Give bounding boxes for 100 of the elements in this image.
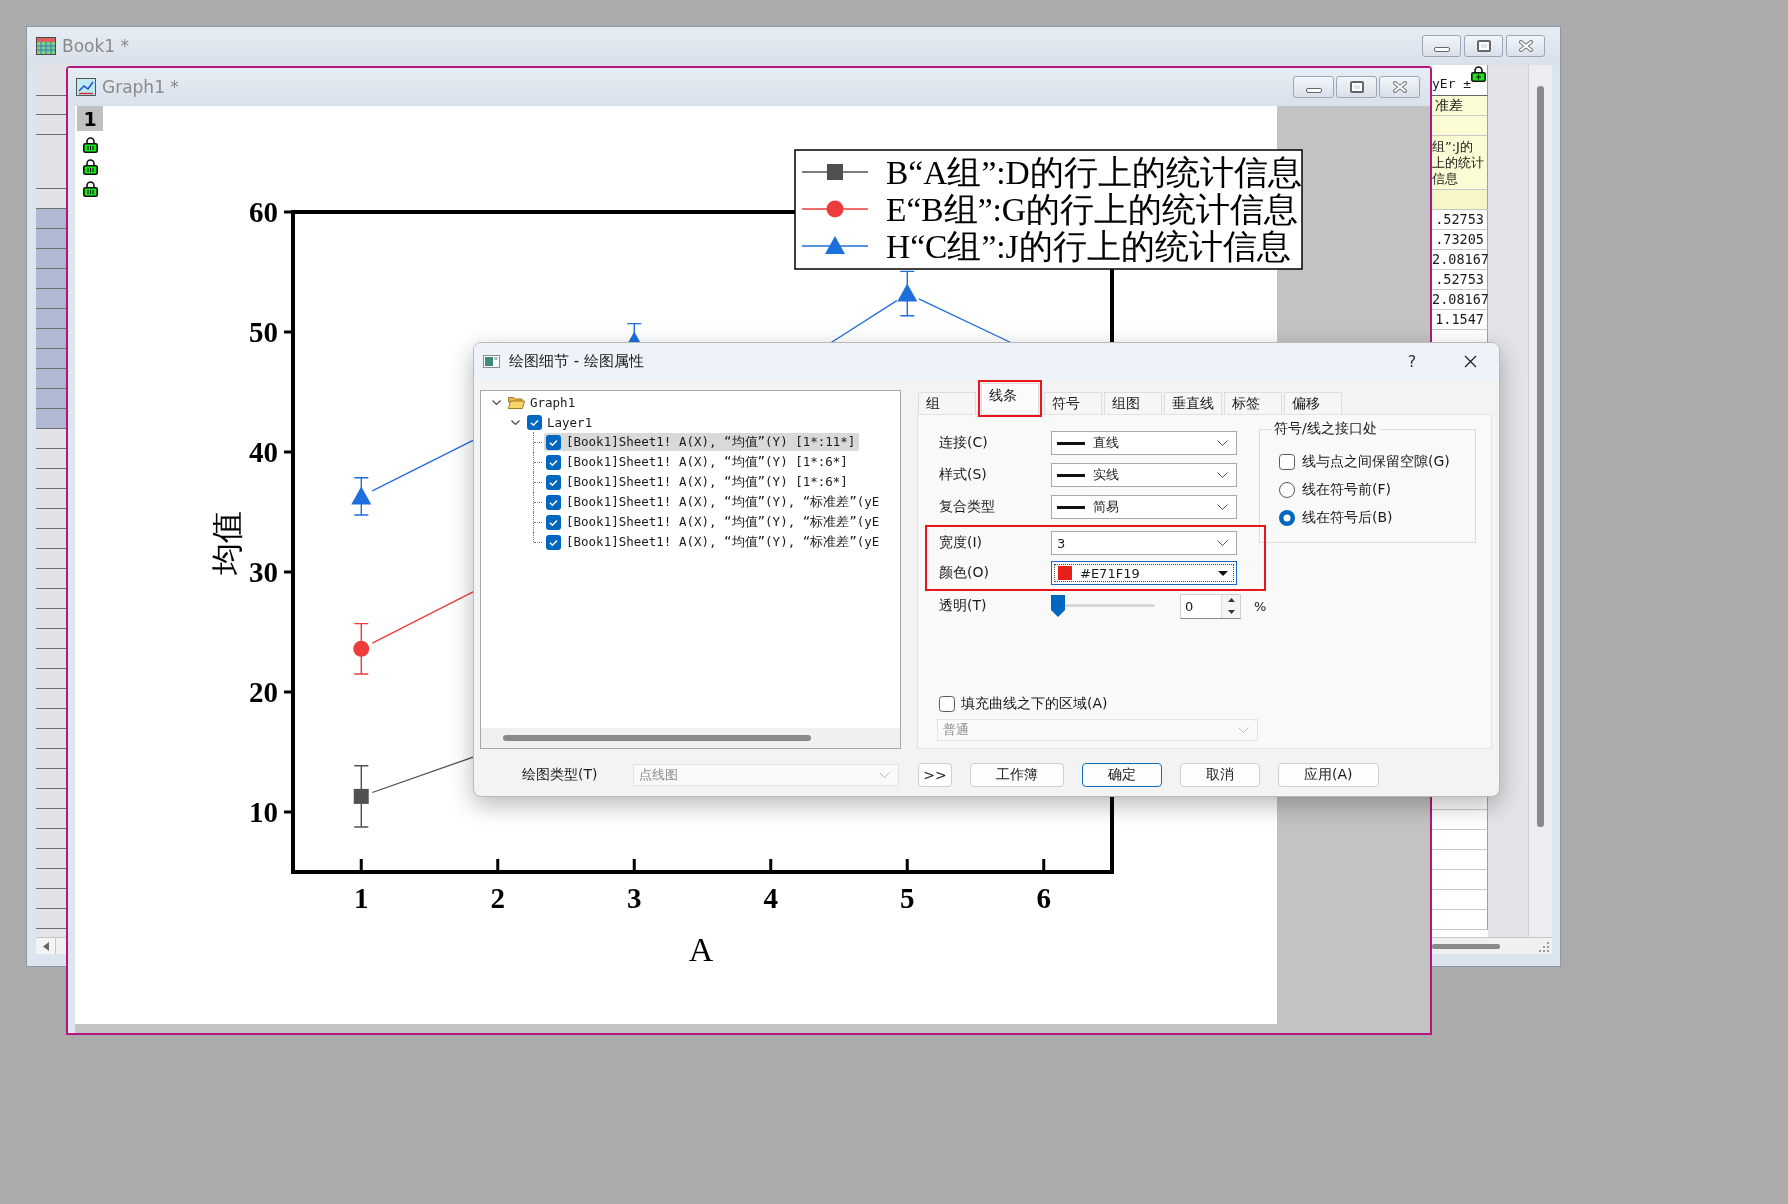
tab[interactable]: 符号 xyxy=(1044,392,1102,414)
axis-title: A xyxy=(688,930,714,968)
minimize-button[interactable] xyxy=(1422,35,1461,57)
row-header[interactable] xyxy=(36,269,66,289)
tree-item[interactable]: [Book1]Sheet1! A(X), “均值”(Y), “标准差”(yE xyxy=(544,493,884,511)
up-arrow-icon xyxy=(1227,598,1235,603)
field-label: 复合类型 xyxy=(938,498,996,516)
checkbox[interactable] xyxy=(546,474,561,490)
checkbox[interactable] xyxy=(546,534,561,550)
left-arrow-icon xyxy=(42,941,49,951)
checkbox[interactable] xyxy=(546,434,561,450)
help-button[interactable]: ? xyxy=(1389,343,1435,380)
minimize-button[interactable] xyxy=(1293,76,1334,98)
row-header[interactable] xyxy=(36,309,66,329)
maximize-icon xyxy=(1476,40,1491,52)
tree-item[interactable]: [Book1]Sheet1! A(X), “均值”(Y), “标准差”(yE xyxy=(544,513,884,531)
dialog-button[interactable]: 工作簿 xyxy=(970,763,1064,787)
tree-item[interactable]: [Book1]Sheet1! A(X), “均值”(Y) [1*:6*] xyxy=(544,453,852,471)
checkbox-label: 填充曲线之下的区域(A) xyxy=(961,695,1108,713)
dialog-button[interactable]: 取消 xyxy=(1180,763,1260,787)
scrollbar-thumb[interactable] xyxy=(1432,943,1500,949)
tab[interactable]: 组 xyxy=(918,392,976,414)
tab[interactable]: 偏移 xyxy=(1284,392,1342,414)
axis-title: 均值 xyxy=(209,511,245,575)
lock-icon xyxy=(82,159,98,175)
row-header[interactable] xyxy=(36,209,66,229)
scrollbar-track[interactable] xyxy=(36,937,66,954)
close-button[interactable] xyxy=(1506,35,1545,57)
dialog-button[interactable]: >> xyxy=(918,763,952,787)
dropdown[interactable]: 3 xyxy=(1051,531,1237,555)
checkbox[interactable] xyxy=(1279,454,1295,470)
empty-cell xyxy=(1432,116,1488,136)
checkbox[interactable] xyxy=(546,454,561,470)
tree-item[interactable]: Layer1 xyxy=(525,413,597,431)
legend-label: B“A组”:D的行上的统计信息 xyxy=(886,153,1302,191)
chevron-down-icon xyxy=(1217,440,1228,446)
legend-label: H“C组”:J的行上的统计信息 xyxy=(886,227,1291,265)
legend-label: E“B组”:G的行上的统计信息 xyxy=(886,190,1299,228)
maximize-button[interactable] xyxy=(1464,35,1503,57)
dropdown[interactable]: 实线 xyxy=(1051,463,1237,487)
tree-item[interactable]: [Book1]Sheet1! A(X), “均值”(Y) [1*:6*] xyxy=(544,473,852,491)
dropdown[interactable]: 简易 xyxy=(1051,495,1237,519)
row-header[interactable] xyxy=(36,329,66,349)
checkbox[interactable] xyxy=(527,414,542,430)
tick-label: 10 xyxy=(249,796,278,828)
spin-up-button[interactable] xyxy=(1222,594,1240,606)
maximize-button[interactable] xyxy=(1336,76,1377,98)
tab[interactable]: 线条 xyxy=(981,383,1039,414)
dropdown[interactable]: 直线 xyxy=(1051,431,1237,455)
ok-button[interactable]: 确定 xyxy=(1082,763,1162,787)
checkbox[interactable] xyxy=(546,494,561,510)
field-label: 绘图类型(T) xyxy=(522,766,599,784)
slider-thumb[interactable] xyxy=(1051,595,1065,617)
tick-label: 60 xyxy=(249,196,278,228)
group-title: 符号/线之接口处 xyxy=(1273,420,1378,438)
radio-label: 线在符号后(B) xyxy=(1302,509,1393,527)
error-bar xyxy=(353,622,369,675)
close-button[interactable] xyxy=(1379,76,1420,98)
scroll-left-button[interactable] xyxy=(36,938,56,954)
line-style-icon xyxy=(1057,473,1085,477)
tab[interactable]: 组图 xyxy=(1104,392,1162,414)
spin-field[interactable]: 0 xyxy=(1180,593,1241,619)
row-header[interactable] xyxy=(36,389,66,409)
tree-item[interactable]: Graph1 xyxy=(506,393,580,411)
scrollbar-track[interactable] xyxy=(1528,65,1552,937)
tick-label: 2 xyxy=(490,882,505,914)
tab[interactable]: 标签 xyxy=(1224,392,1282,414)
spin-down-button[interactable] xyxy=(1222,606,1240,618)
field-label: 透明(T) xyxy=(938,597,988,615)
tree-item[interactable]: [Book1]Sheet1! A(X), “均值”(Y) [1*:11*] xyxy=(544,433,860,451)
row-header[interactable] xyxy=(36,289,66,309)
row-header[interactable] xyxy=(36,409,66,429)
checkbox-label: 线与点之间保留空隙(G) xyxy=(1302,453,1450,471)
row-header[interactable] xyxy=(36,249,66,269)
radio-button[interactable] xyxy=(1279,510,1295,526)
minimize-icon xyxy=(1305,87,1322,93)
color-dropdown[interactable]: #E71F19 xyxy=(1051,561,1237,585)
scrollbar-track[interactable] xyxy=(1432,937,1552,954)
scrollbar-thumb[interactable] xyxy=(503,735,811,741)
chevron-down-icon xyxy=(879,772,890,778)
tree-item[interactable]: [Book1]Sheet1! A(X), “均值”(Y), “标准差”(yE xyxy=(544,533,884,551)
checkbox[interactable] xyxy=(546,514,561,530)
field-label: 颜色(O) xyxy=(938,564,990,582)
tab[interactable]: 垂直线 xyxy=(1164,392,1222,414)
window-title: Graph1 * xyxy=(102,77,179,97)
scrollbar-track[interactable] xyxy=(481,728,900,748)
slider[interactable] xyxy=(1051,594,1155,618)
caret-icon[interactable] xyxy=(491,399,501,405)
spreadsheet-icon xyxy=(36,37,56,55)
row-header[interactable] xyxy=(36,349,66,369)
scrollbar-thumb[interactable] xyxy=(1537,86,1544,827)
row-header[interactable] xyxy=(36,369,66,389)
layer-tab[interactable]: 1 xyxy=(77,106,103,131)
row-header[interactable] xyxy=(36,229,66,249)
chevron-down-icon xyxy=(1217,472,1228,478)
checkbox[interactable] xyxy=(939,696,955,712)
dialog-button[interactable]: 应用(A) xyxy=(1278,763,1379,787)
caret-icon[interactable] xyxy=(510,419,520,425)
chevron-down-icon xyxy=(1238,727,1249,733)
radio-button[interactable] xyxy=(1279,482,1295,498)
